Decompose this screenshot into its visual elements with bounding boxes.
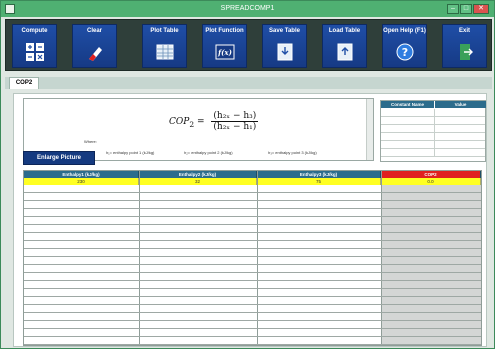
legend-h1: h₁= enthalpy point 1 (kJ/kg) <box>106 150 155 155</box>
enthalpy3-value-cell[interactable]: 75 <box>257 178 381 185</box>
constants-row[interactable] <box>381 141 485 149</box>
constant-value-header: Value <box>435 101 486 108</box>
table-row[interactable] <box>24 193 481 201</box>
load-table-button[interactable]: Load Table <box>322 24 367 68</box>
help-icon: ? <box>396 43 414 61</box>
plot-table-button[interactable]: Plot Table <box>142 24 187 68</box>
tab-strip: COP2 <box>5 77 492 89</box>
exit-door-icon <box>460 44 473 60</box>
legend-h2: h₂= enthalpy point 2 (kJ/kg) <box>184 150 233 155</box>
table-row[interactable] <box>24 225 481 233</box>
legend-h3: h₃= enthalpy point 3 (kJ/kg) <box>268 150 317 155</box>
cop-formula: COP2 = (h₂ₓ − h₃) (h₂ₓ − h₁) <box>169 111 259 132</box>
clear-button[interactable]: Clear <box>72 24 117 68</box>
table-row[interactable] <box>24 201 481 209</box>
constants-row[interactable] <box>381 109 485 117</box>
calculator-icon <box>26 43 44 61</box>
where-label: Where: <box>84 139 97 144</box>
compute-button[interactable]: Compute <box>12 24 57 68</box>
open-help-button[interactable]: Open Help (F1) ? <box>382 24 427 68</box>
eraser-icon <box>89 47 102 61</box>
window-title: SPREADCOMP1 <box>220 5 275 12</box>
maximize-button[interactable]: □ <box>460 4 472 14</box>
formula-scrollbar[interactable] <box>366 99 373 160</box>
constants-row[interactable] <box>381 149 485 157</box>
table-row[interactable] <box>24 249 481 257</box>
app-window: SPREADCOMP1 – □ ✕ Compute Clear Plot Tab… <box>0 0 495 349</box>
exit-button[interactable]: Exit <box>442 24 487 68</box>
formula-lhs: COP2 = <box>169 117 205 129</box>
enlarge-picture-button[interactable]: Enlarge Picture <box>23 151 95 165</box>
plot-function-icon: f(x) <box>215 44 235 60</box>
table-row[interactable] <box>24 289 481 297</box>
svg-text:f(x): f(x) <box>217 48 232 57</box>
cop2-value-cell: 0.0 <box>381 178 481 185</box>
toolbar: Compute Clear Plot Table Plot Function f… <box>5 19 492 71</box>
constants-row[interactable] <box>381 125 485 133</box>
constants-table: Constant Name Value <box>380 100 486 162</box>
cop2-header: COP2 <box>381 171 481 178</box>
table-row[interactable] <box>24 209 481 217</box>
table-row[interactable] <box>24 265 481 273</box>
load-table-icon <box>337 43 353 61</box>
plot-function-button[interactable]: Plot Function f(x) <box>202 24 247 68</box>
enthalpy2-header: Enthalpy2 (kJ/kg) <box>139 171 257 178</box>
enthalpy1-value-cell[interactable]: 230 <box>24 178 139 185</box>
table-row[interactable] <box>24 273 481 281</box>
table-row[interactable] <box>24 305 481 313</box>
constants-row[interactable] <box>381 117 485 125</box>
table-row[interactable] <box>24 241 481 249</box>
table-row[interactable] <box>24 321 481 329</box>
plot-table-icon <box>156 44 174 60</box>
table-row[interactable] <box>24 257 481 265</box>
enthalpy1-header: Enthalpy1 (kJ/kg) <box>24 171 139 178</box>
enthalpy2-value-cell[interactable]: 32 <box>139 178 257 185</box>
svg-text:?: ? <box>402 46 408 59</box>
spreadsheet-panel: COP2 = (h₂ₓ − h₃) (h₂ₓ − h₁) Where: h₁= … <box>13 93 487 347</box>
table-row[interactable] <box>24 185 481 193</box>
constant-name-header: Constant Name <box>381 101 434 108</box>
app-icon <box>5 4 15 14</box>
table-row[interactable] <box>24 329 481 337</box>
enthalpy3-header: Enthalpy3 (kJ/kg) <box>257 171 381 178</box>
title-bar: SPREADCOMP1 – □ ✕ <box>1 1 494 17</box>
formula-fraction: (h₂ₓ − h₃) (h₂ₓ − h₁) <box>211 111 259 132</box>
save-table-icon <box>277 43 293 61</box>
table-row[interactable] <box>24 297 481 305</box>
table-row[interactable] <box>24 281 481 289</box>
table-row[interactable] <box>24 337 481 345</box>
data-grid: Enthalpy1 (kJ/kg) Enthalpy2 (kJ/kg) Enth… <box>23 170 482 346</box>
save-table-button[interactable]: Save Table <box>262 24 307 68</box>
close-button[interactable]: ✕ <box>473 4 489 14</box>
table-row[interactable] <box>24 313 481 321</box>
minimize-button[interactable]: – <box>447 4 459 14</box>
tab-cop2[interactable]: COP2 <box>9 77 39 89</box>
constants-row[interactable] <box>381 133 485 141</box>
table-row[interactable] <box>24 233 481 241</box>
table-row[interactable] <box>24 217 481 225</box>
